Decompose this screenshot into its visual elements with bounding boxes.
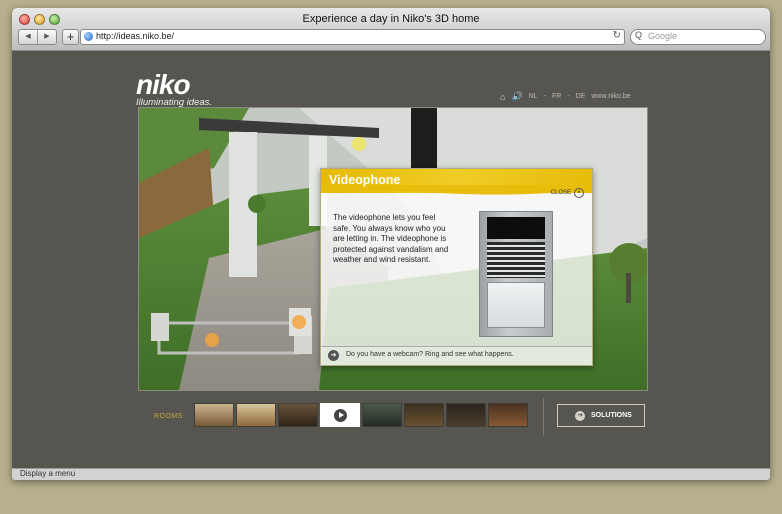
status-bar: Display a menu — [12, 468, 770, 480]
search-input[interactable]: Q Google — [630, 29, 766, 45]
search-placeholder: Google — [648, 31, 678, 41]
page-content: niko Illuminating ideas. ⌂ 🔊 NL - FR - D… — [12, 51, 770, 469]
speaker-grille — [487, 242, 545, 278]
forward-button[interactable]: ▶ — [37, 30, 56, 44]
room-thumbnail[interactable] — [446, 403, 486, 427]
arrow-right-icon: ➔ — [575, 411, 585, 421]
videophone-image — [479, 211, 553, 337]
logo-brand: niko — [136, 69, 191, 100]
browser-window: Experience a day in Niko's 3D home ◀ ▶ +… — [12, 8, 770, 480]
button-panel — [487, 282, 545, 328]
reload-icon[interactable]: ↻ — [613, 30, 621, 41]
home-icon[interactable]: ⌂ — [500, 92, 505, 102]
room-thumbnails — [194, 403, 528, 427]
solutions-button[interactable]: ➔ SOLUTIONS — [557, 404, 645, 427]
room-thumbnail[interactable] — [488, 403, 528, 427]
videophone-popup: Videophone CLOSE × The videophone lets y… — [320, 168, 593, 366]
lang-de-link[interactable]: DE — [576, 93, 586, 100]
camera-icon — [487, 217, 545, 239]
popup-title: Videophone — [329, 173, 401, 187]
3d-home-scene[interactable]: Videophone CLOSE × The videophone lets y… — [138, 107, 648, 391]
title-bar: Experience a day in Niko's 3D home ◀ ▶ +… — [12, 8, 770, 51]
play-icon — [334, 409, 347, 422]
close-icon: × — [574, 188, 584, 198]
status-text: Display a menu — [20, 469, 76, 478]
website-link[interactable]: www.niko.be — [591, 93, 630, 100]
webcam-link-text: Do you have a webcam? Ring and see what … — [346, 351, 514, 358]
globe-icon — [84, 32, 93, 41]
room-thumbnail-active[interactable] — [320, 403, 360, 427]
room-thumbnail[interactable] — [404, 403, 444, 427]
back-button[interactable]: ◀ — [19, 30, 37, 44]
room-thumbnail[interactable] — [236, 403, 276, 427]
solutions-label: SOLUTIONS — [591, 412, 632, 419]
lang-nl-link[interactable]: NL — [529, 93, 538, 100]
top-nav: ⌂ 🔊 NL - FR - DE www.niko.be — [500, 91, 631, 102]
address-bar[interactable]: http://ideas.niko.be/ ↻ — [80, 29, 625, 45]
address-text: http://ideas.niko.be/ — [96, 31, 175, 41]
window-title: Experience a day in Niko's 3D home — [302, 13, 480, 25]
room-thumbnail[interactable] — [278, 403, 318, 427]
lang-fr-link[interactable]: FR — [552, 93, 561, 100]
niko-logo[interactable]: niko Illuminating ideas. — [136, 69, 212, 109]
new-tab-button[interactable]: + — [62, 29, 79, 45]
room-thumbnail[interactable] — [362, 403, 402, 427]
divider — [543, 398, 544, 436]
close-label: CLOSE — [550, 190, 571, 196]
search-icon: Q — [635, 30, 643, 40]
webcam-link[interactable]: ➔ Do you have a webcam? Ring and see wha… — [321, 346, 592, 365]
speaker-icon[interactable]: 🔊 — [511, 91, 522, 102]
popup-close-button[interactable]: CLOSE × — [551, 188, 584, 198]
history-buttons: ◀ ▶ — [18, 29, 57, 45]
popup-description: The videophone lets you feel safe. You a… — [333, 213, 449, 264]
nav-separator: - — [567, 93, 570, 100]
room-thumbnail[interactable] — [194, 403, 234, 427]
arrow-right-icon: ➔ — [328, 350, 339, 361]
nav-separator: - — [543, 93, 546, 100]
rooms-label: ROOMS — [154, 413, 183, 420]
